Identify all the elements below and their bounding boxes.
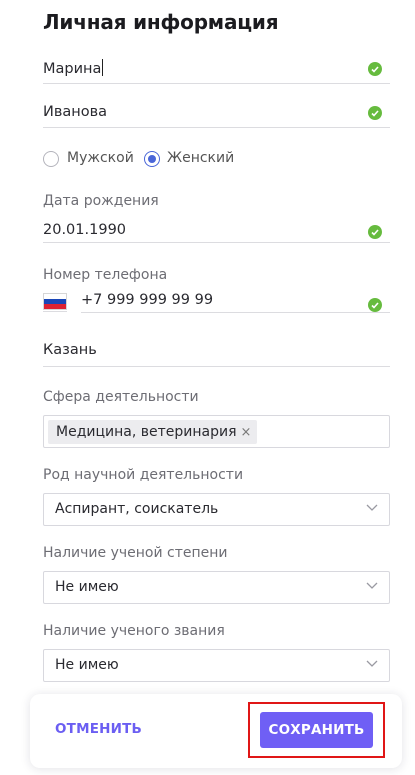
female-radio-label[interactable]: Женский: [167, 150, 234, 166]
male-radio-label[interactable]: Мужской: [67, 150, 134, 166]
phone-value: +7 999 999 99 99: [81, 292, 214, 308]
academic-title-select[interactable]: Не имею: [43, 649, 390, 682]
birth-date-field[interactable]: 20.01.1990: [43, 221, 390, 243]
save-button-highlight: СОХРАНИТЬ: [248, 702, 385, 758]
first-name-input[interactable]: Марина: [43, 59, 104, 77]
research-type-value: Аспирант, соискатель: [55, 501, 219, 517]
form-actions-bar: ОТМЕНИТЬ СОХРАНИТЬ: [30, 694, 402, 768]
save-button[interactable]: СОХРАНИТЬ: [260, 712, 373, 748]
female-radio[interactable]: [144, 151, 160, 167]
research-type-label: Род научной деятельности: [43, 467, 244, 483]
academic-degree-select[interactable]: Не имею: [43, 571, 390, 604]
check-icon: [368, 106, 382, 120]
chevron-down-icon: [366, 582, 378, 589]
chip-remove-icon[interactable]: ×: [241, 425, 252, 440]
chevron-down-icon: [366, 504, 378, 511]
chevron-down-icon: [366, 660, 378, 667]
academic-degree-value: Не имею: [55, 579, 119, 595]
activity-area-select[interactable]: Медицина, ветеринария ×: [43, 415, 390, 448]
russia-flag-icon[interactable]: [43, 293, 67, 310]
check-icon: [368, 298, 382, 312]
activity-area-label: Сфера деятельности: [43, 389, 199, 405]
academic-degree-label: Наличие ученой степени: [43, 545, 228, 561]
chip-label: Медицина, ветеринария: [56, 424, 237, 440]
research-type-select[interactable]: Аспирант, соискатель: [43, 493, 390, 526]
gender-radio-group: Мужской Женский: [43, 150, 263, 170]
academic-title-label: Наличие ученого звания: [43, 623, 225, 639]
phone-field[interactable]: +7 999 999 99 99: [81, 292, 390, 313]
city-value: Казань: [43, 342, 97, 358]
country-select-underline: [43, 311, 67, 312]
check-icon: [368, 225, 382, 239]
activity-area-chip: Медицина, ветеринария ×: [48, 420, 258, 444]
phone-label: Номер телефона: [43, 267, 168, 283]
birth-date-value: 20.01.1990: [43, 222, 127, 238]
city-field[interactable]: Казань: [43, 340, 390, 367]
male-radio[interactable]: [43, 151, 59, 167]
academic-title-value: Не имею: [55, 657, 119, 673]
first-name-field[interactable]: Марина: [43, 56, 390, 84]
text-cursor: [102, 59, 104, 76]
last-name-value: Иванова: [43, 104, 108, 120]
check-icon: [368, 62, 382, 76]
first-name-value: Марина: [43, 61, 102, 77]
cancel-button[interactable]: ОТМЕНИТЬ: [55, 721, 142, 737]
last-name-field[interactable]: Иванова: [43, 101, 390, 128]
birth-date-label: Дата рождения: [43, 193, 159, 209]
page-title: Личная информация: [43, 10, 279, 34]
